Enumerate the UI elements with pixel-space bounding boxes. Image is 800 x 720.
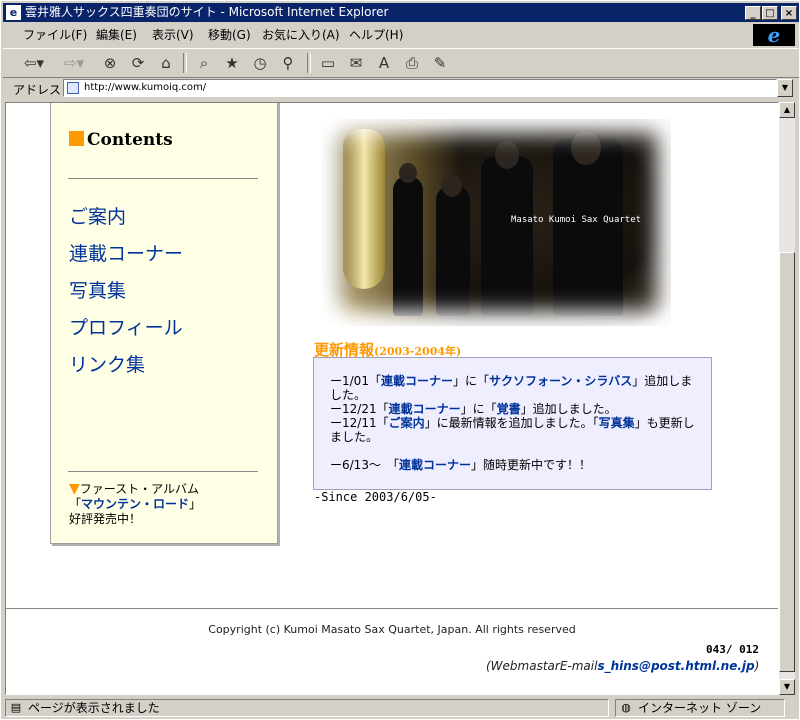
scroll-down-button[interactable]: ▼ xyxy=(779,679,795,695)
update-entry: ー1/01「連載コーナー」に「サクソフォーン・シラバス」追加しました。 xyxy=(330,374,693,402)
page-done-icon: ▤ xyxy=(10,701,22,714)
window-title: 雲井雅人サックス四重奏団のサイト - Microsoft Internet Ex… xyxy=(25,5,389,19)
nav-link-guide[interactable]: ご案内 xyxy=(69,202,126,229)
album-promo: ▼ファースト・アルバム 「マウンテン・ロード」 好評発売中！ xyxy=(69,481,202,527)
nav-link-profile[interactable]: プロフィール xyxy=(69,313,183,340)
update-link[interactable]: サクソフォーン・シラバス xyxy=(489,374,632,388)
webmaster-email: (WebmastarE-mails_hins@post.html.ne.jp) xyxy=(486,659,760,673)
address-dropdown-button[interactable]: ▼ xyxy=(777,79,793,97)
address-bar: アドレス http://www.kumoiq.com/ ▼ xyxy=(3,78,799,100)
updates-box: ー1/01「連載コーナー」に「サクソフォーン・シラバス」追加しました。 ー12/… xyxy=(313,357,712,490)
address-url: http://www.kumoiq.com/ xyxy=(84,82,207,93)
nav-link-links[interactable]: リンク集 xyxy=(69,350,145,377)
toolbar-separator xyxy=(183,53,187,73)
update-entry: ー6/13～ 「連載コーナー」随時更新中です！！ xyxy=(330,458,591,472)
update-entry: ー12/11「ご案内」に最新情報を追加しました。「写真集」も更新しました。 xyxy=(330,416,695,444)
vertical-scrollbar[interactable]: ▲ ▼ xyxy=(779,102,795,695)
mail-icon[interactable]: ✉ xyxy=(345,53,367,73)
access-counter: 043/ 012 xyxy=(706,643,759,656)
scroll-up-button[interactable]: ▲ xyxy=(779,102,795,118)
title-bar: e 雲井雅人サックス四重奏団のサイト - Microsoft Internet … xyxy=(3,3,799,22)
toolbar-separator xyxy=(307,53,311,73)
update-link[interactable]: 連載コーナー xyxy=(399,458,471,472)
menu-favorites[interactable]: お気に入り(A) xyxy=(262,24,340,46)
divider xyxy=(68,471,258,472)
maximize-button[interactable]: □ xyxy=(762,6,778,20)
home-icon[interactable]: ⌂ xyxy=(155,53,177,73)
channels-icon[interactable]: ⚲ xyxy=(277,53,299,73)
favorites-icon[interactable]: ★ xyxy=(221,53,243,73)
print-icon[interactable]: ⎙ xyxy=(401,53,423,73)
globe-icon: ◍ xyxy=(621,701,631,714)
update-link[interactable]: 写真集 xyxy=(599,416,635,430)
update-link[interactable]: 覚書 xyxy=(497,402,521,416)
menu-bar: ファイル(F) 編集(E) 表示(V) 移動(G) お気に入り(A) ヘルプ(H… xyxy=(3,24,799,46)
orange-square-icon xyxy=(69,131,84,146)
search-icon[interactable]: ⌕ xyxy=(193,53,215,73)
orange-triangle-icon: ▼ xyxy=(69,481,80,497)
album-link[interactable]: マウンテン・ロード xyxy=(81,497,189,511)
copyright: Copyright (c) Kumoi Masato Sax Quartet, … xyxy=(208,623,576,636)
menu-file[interactable]: ファイル(F) xyxy=(23,24,87,46)
fullscreen-icon[interactable]: ▭ xyxy=(317,53,339,73)
contents-sidebar: Contents ご案内 連載コーナー 写真集 プロフィール リンク集 ▼ファー… xyxy=(50,103,278,544)
menu-help[interactable]: ヘルプ(H) xyxy=(349,24,403,46)
status-message: ▤ ページが表示されました xyxy=(5,699,609,717)
toolbar: ⇦▾ ⇨▾ ⊗ ⟳ ⌂ ⌕ ★ ◷ ⚲ ▭ ✉ A ⎙ ✎ xyxy=(3,48,799,78)
browser-window: e 雲井雅人サックス四重奏団のサイト - Microsoft Internet … xyxy=(0,0,800,720)
scroll-thumb[interactable] xyxy=(779,252,795,672)
ie-logo-icon: e xyxy=(753,24,795,46)
security-zone: ◍ インターネット ゾーン xyxy=(615,699,785,717)
since-date: -Since 2003/6/05- xyxy=(314,490,437,504)
address-input[interactable]: http://www.kumoiq.com/ xyxy=(63,79,777,97)
email-link[interactable]: s_hins@post.html.ne.jp xyxy=(597,659,754,673)
nav-link-series[interactable]: 連載コーナー xyxy=(69,239,183,266)
photo-caption: Masato Kumoi Sax Quartet xyxy=(511,215,642,225)
menu-view[interactable]: 表示(V) xyxy=(152,24,194,46)
edit-icon[interactable]: ✎ xyxy=(429,53,451,73)
back-icon[interactable]: ⇦▾ xyxy=(23,53,45,73)
divider xyxy=(68,178,258,179)
refresh-icon[interactable]: ⟳ xyxy=(127,53,149,73)
update-link[interactable]: 連載コーナー xyxy=(389,402,461,416)
update-entry: ー12/21「連載コーナー」に「覚書」追加しました。 xyxy=(330,402,617,416)
nav-link-photos[interactable]: 写真集 xyxy=(69,276,126,303)
quartet-photo: Masato Kumoi Sax Quartet xyxy=(321,119,671,326)
menu-go[interactable]: 移動(G) xyxy=(208,24,251,46)
ie-page-icon: e xyxy=(6,5,21,20)
address-label: アドレス xyxy=(13,83,62,97)
menu-edit[interactable]: 編集(E) xyxy=(96,24,137,46)
font-icon[interactable]: A xyxy=(373,53,395,73)
footer-divider xyxy=(6,608,778,609)
contents-heading: Contents xyxy=(69,130,173,150)
minimize-button[interactable]: _ xyxy=(745,6,761,20)
page-viewport: Contents ご案内 連載コーナー 写真集 プロフィール リンク集 ▼ファー… xyxy=(5,102,779,695)
page-icon xyxy=(67,82,79,94)
history-icon[interactable]: ◷ xyxy=(249,53,271,73)
forward-icon[interactable]: ⇨▾ xyxy=(63,53,85,73)
update-link[interactable]: 連載コーナー xyxy=(381,374,453,388)
update-link[interactable]: ご案内 xyxy=(389,416,425,430)
close-button[interactable]: × xyxy=(781,6,797,20)
stop-icon[interactable]: ⊗ xyxy=(99,53,121,73)
status-bar: ▤ ページが表示されました ◍ インターネット ゾーン xyxy=(3,697,799,719)
